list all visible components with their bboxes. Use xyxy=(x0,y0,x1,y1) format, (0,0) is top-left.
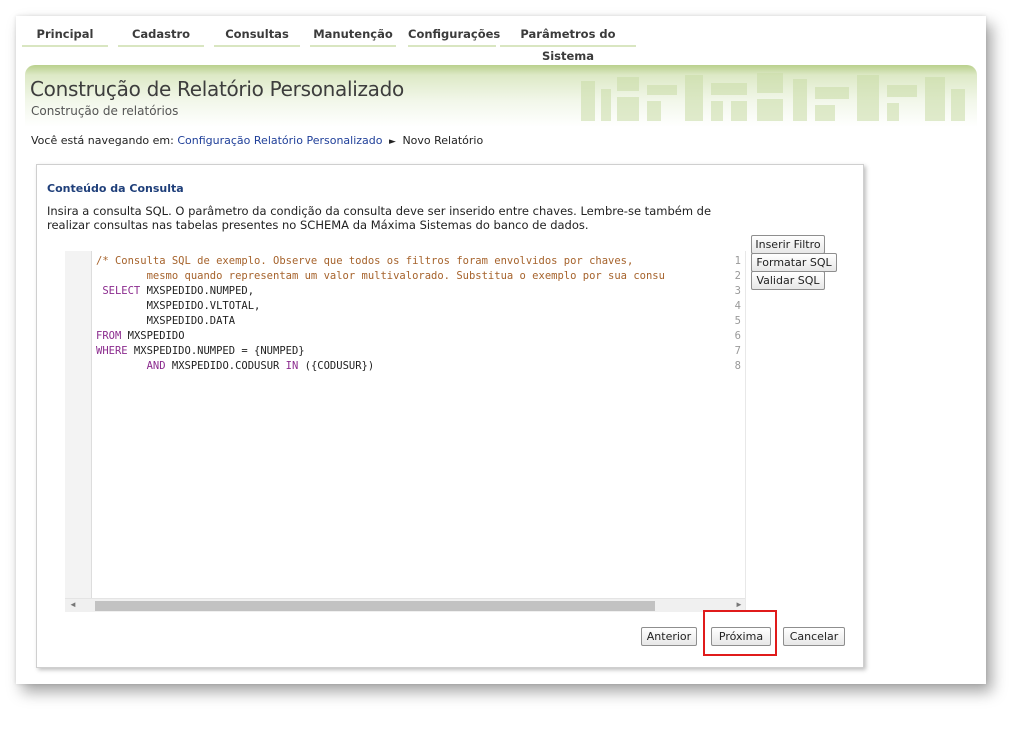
sql-text: ({CODUSUR}) xyxy=(298,360,375,372)
scroll-left-icon[interactable]: ◄ xyxy=(69,600,77,609)
header-decoration xyxy=(581,73,965,121)
sql-text: MXSPEDIDO xyxy=(121,330,185,342)
sql-keyword: IN xyxy=(285,360,299,372)
code-line: WHERE MXSPEDIDO.NUMPED = {NUMPED} xyxy=(96,345,716,357)
query-panel: Conteúdo da Consulta Insira a consulta S… xyxy=(36,164,864,668)
code-line: AND MXSPEDIDO.CODUSUR IN ({CODUSUR}) xyxy=(96,360,716,372)
line-number: 3 xyxy=(734,285,741,297)
validate-sql-button[interactable]: Validar SQL xyxy=(751,271,825,290)
code-line: MXSPEDIDO.VLTOTAL, xyxy=(96,300,716,312)
previous-button[interactable]: Anterior xyxy=(641,627,697,646)
horizontal-scrollbar[interactable]: ◄ ► xyxy=(65,598,745,612)
breadcrumb-separator-icon: ► xyxy=(389,137,396,147)
sql-text: MXSPEDIDO.NUMPED, xyxy=(140,285,255,297)
code-line: MXSPEDIDO.DATA xyxy=(96,315,716,327)
line-number: 1 xyxy=(734,255,741,267)
code-line: /* Consulta SQL de exemplo. Observe que … xyxy=(96,255,716,267)
line-number: 7 xyxy=(734,345,741,357)
breadcrumb-prefix: Você está navegando em: xyxy=(31,134,174,147)
nav-item-consultas[interactable]: Consultas xyxy=(214,23,300,47)
sql-text: MXSPEDIDO.DATA xyxy=(96,315,236,327)
cancel-button[interactable]: Cancelar xyxy=(783,627,845,646)
sql-keyword: WHERE xyxy=(96,345,128,357)
code-line: FROM MXSPEDIDO xyxy=(96,330,716,342)
code-line: mesmo quando representam um valor multiv… xyxy=(96,270,716,282)
section-title: Conteúdo da Consulta xyxy=(47,182,184,195)
insert-filter-button[interactable]: Inserir Filtro xyxy=(751,235,825,254)
sql-keyword: FROM xyxy=(96,330,122,342)
nav-item-configuracoes[interactable]: Configurações xyxy=(408,23,500,47)
sql-text: MXSPEDIDO.CODUSUR xyxy=(165,360,286,372)
nav-item-principal[interactable]: Principal xyxy=(22,23,108,47)
line-number: 5 xyxy=(734,315,741,327)
code-line: SELECT MXSPEDIDO.NUMPED, xyxy=(96,285,716,297)
sql-text: MXSPEDIDO.VLTOTAL, xyxy=(96,300,261,312)
sql-comment: mesmo quando representam um valor multiv… xyxy=(96,270,665,282)
scroll-right-icon[interactable]: ► xyxy=(735,600,743,609)
sql-keyword: AND xyxy=(96,360,166,372)
nav-item-cadastro[interactable]: Cadastro xyxy=(118,23,204,47)
breadcrumb-link[interactable]: Configuração Relatório Personalizado xyxy=(177,134,382,147)
page-subtitle: Construção de relatórios xyxy=(31,104,179,118)
line-number: 2 xyxy=(734,270,741,282)
breadcrumb-current: Novo Relatório xyxy=(402,134,484,147)
format-sql-button[interactable]: Formatar SQL xyxy=(751,253,837,272)
section-description: Insira a consulta SQL. O parâmetro da co… xyxy=(47,204,712,232)
line-number: 8 xyxy=(734,360,741,372)
next-button-highlight xyxy=(703,610,777,656)
editor-gutter xyxy=(65,251,92,598)
sql-text: MXSPEDIDO.NUMPED = {NUMPED} xyxy=(127,345,305,357)
sql-editor[interactable]: 1 2 3 4 5 6 7 8 /* Consulta SQL de exemplo. Obs… xyxy=(65,251,746,612)
nav-item-parametros[interactable]: Parâmetros do Sistema xyxy=(500,23,636,63)
sql-comment: /* Consulta SQL de exemplo. Observe que … xyxy=(96,255,634,267)
breadcrumb: Você está navegando em: Configuração Rel… xyxy=(31,134,483,147)
line-number: 4 xyxy=(734,300,741,312)
scrollbar-thumb[interactable] xyxy=(95,601,655,611)
sql-keyword: SELECT xyxy=(96,285,141,297)
nav-item-manutencao[interactable]: Manutenção xyxy=(310,23,396,47)
line-number: 6 xyxy=(734,330,741,342)
page-title: Construção de Relatório Personalizado xyxy=(30,77,404,101)
